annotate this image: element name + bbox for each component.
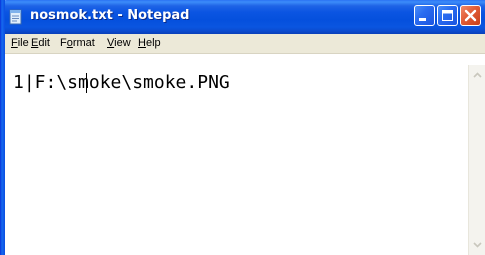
menu-help-label: elp (145, 37, 161, 49)
menu-format[interactable]: Format (60, 37, 95, 49)
minimize-icon (419, 18, 426, 21)
menu-view-label: iew (114, 37, 131, 49)
menu-help-accel: H (138, 37, 146, 49)
menu-edit-label: dit (38, 37, 50, 49)
notepad-window: nosmok.txt - Notepad File Edit Format Vi… (0, 0, 485, 255)
text-edit-area[interactable]: 1|F:\smoke\smoke.PNG (6, 65, 466, 255)
vertical-scrollbar[interactable] (468, 65, 485, 255)
menu-file[interactable]: File (11, 37, 29, 49)
maximize-button[interactable] (437, 5, 458, 26)
text-caret (86, 73, 87, 93)
title-bar[interactable]: nosmok.txt - Notepad (0, 0, 485, 34)
menu-format-pre: F (60, 37, 67, 49)
close-icon (464, 9, 477, 22)
menu-help[interactable]: Help (138, 37, 161, 49)
scroll-up-arrow-icon[interactable] (470, 67, 485, 83)
menu-bar: File Edit Format View Help (5, 34, 485, 54)
close-button[interactable] (460, 5, 481, 26)
notepad-icon[interactable] (8, 9, 24, 25)
menu-edit[interactable]: Edit (31, 37, 50, 49)
minimize-button[interactable] (414, 5, 435, 26)
menu-file-label: ile (17, 37, 29, 49)
menu-file-accel: F (11, 37, 18, 49)
scroll-down-arrow-icon[interactable] (470, 237, 485, 253)
document-text[interactable]: 1|F:\smoke\smoke.PNG (13, 72, 230, 94)
menu-format-label: rmat (72, 37, 95, 49)
window-title: nosmok.txt - Notepad (30, 8, 190, 23)
maximize-icon (442, 10, 453, 21)
menu-view[interactable]: View (107, 37, 131, 49)
